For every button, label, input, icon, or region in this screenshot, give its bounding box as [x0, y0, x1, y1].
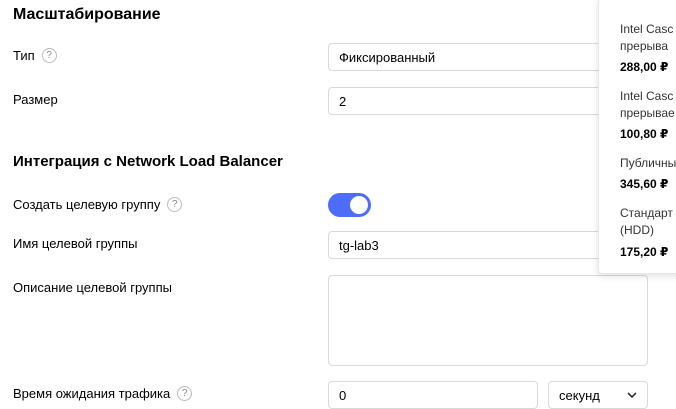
type-value: Фиксированный	[339, 49, 436, 65]
chevron-down-icon	[627, 392, 637, 399]
size-label-text: Размер	[13, 92, 58, 107]
pricing-item-2-line2: прерывае	[620, 106, 675, 120]
pricing-item-1-price: 288,00 ₽	[620, 60, 669, 74]
help-icon[interactable]: ?	[177, 386, 193, 401]
create-group-label-text: Создать целевую группу	[13, 197, 161, 212]
type-label-text: Тип	[13, 48, 35, 63]
pricing-item-2-price: 100,80 ₽	[620, 127, 669, 141]
pricing-item-3-line1: Публичны	[620, 156, 676, 170]
pricing-item-4-price: 175,20 ₽	[620, 245, 669, 259]
pricing-panel: Intel Casc прерыва 288,00 ₽ Intel Casc п…	[598, 0, 676, 274]
pricing-item-2-line1: Intel Casc	[620, 89, 674, 103]
type-label: Тип ?	[13, 48, 57, 63]
group-name-value: tg-lab3	[339, 237, 379, 253]
group-name-label-text: Имя целевой группы	[13, 236, 138, 251]
size-value: 2	[339, 93, 347, 109]
traffic-wait-label-text: Время ожидания трафика	[13, 386, 171, 401]
pricing-item-3-price: 345,60 ₽	[620, 177, 669, 191]
create-group-toggle[interactable]	[328, 193, 371, 217]
pricing-item-1-line1: Intel Casc	[620, 22, 674, 36]
traffic-wait-input[interactable]: 0	[328, 381, 538, 409]
traffic-wait-label: Время ожидания трафика ?	[13, 386, 193, 401]
toggle-knob	[350, 196, 368, 214]
help-icon[interactable]: ?	[167, 197, 183, 212]
group-name-label: Имя целевой группы	[13, 236, 137, 251]
pricing-item-1-line2: прерыва	[620, 39, 669, 53]
help-icon[interactable]: ?	[41, 48, 57, 63]
traffic-wait-value: 0	[339, 387, 347, 403]
pricing-item-4-line1: Стандарт	[620, 206, 673, 220]
traffic-wait-unit: секунд	[559, 387, 600, 403]
traffic-wait-unit-select[interactable]: секунд	[548, 381, 648, 409]
group-desc-label-text: Описание целевой группы	[13, 280, 172, 295]
section-title-scaling: Масштабирование	[13, 6, 161, 23]
group-desc-textarea[interactable]	[328, 275, 648, 366]
group-desc-label: Описание целевой группы	[13, 280, 172, 295]
section-title-nlb: Интеграция с Network Load Balancer	[13, 153, 283, 170]
pricing-item-4-line2: (HDD)	[620, 223, 654, 237]
size-label: Размер	[13, 92, 58, 107]
create-group-label: Создать целевую группу ?	[13, 197, 183, 212]
